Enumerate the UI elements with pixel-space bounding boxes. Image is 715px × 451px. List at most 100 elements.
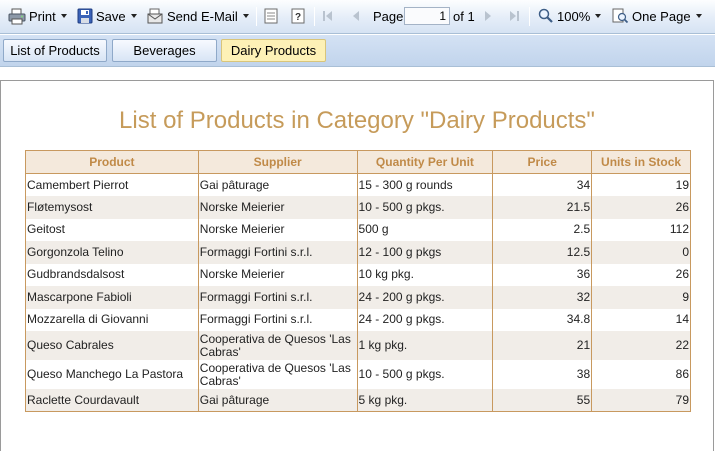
- supplier-cell: Formaggi Fortini s.r.l.: [197, 241, 358, 264]
- stock-cell: 26: [591, 263, 691, 286]
- supplier-cell: Norske Meierier: [197, 263, 358, 286]
- page-view-dropdown[interactable]: One Page: [612, 0, 702, 32]
- supplier-cell: Cooperativa de Quesos 'Las Cabras': [197, 331, 358, 360]
- product-cell: Geitost: [25, 218, 199, 241]
- quantity-cell: 24 - 200 g pkgs.: [356, 286, 494, 309]
- chevron-down-icon: [242, 14, 249, 18]
- next-page-icon: [481, 9, 495, 23]
- product-cell: Raclette Courdavault: [25, 389, 199, 412]
- page-view-icon: [612, 8, 629, 24]
- send-email-label: Send E-Mail: [167, 8, 238, 24]
- table-row: Queso Manchego La Pastora Cooperativa de…: [25, 360, 691, 389]
- column-header-price: Price: [492, 150, 593, 174]
- stock-cell: 0: [591, 241, 691, 264]
- send-email-button[interactable]: Send E-Mail: [147, 0, 249, 32]
- stock-cell: 112: [591, 218, 691, 241]
- document-map-icon: [264, 8, 278, 24]
- print-button[interactable]: Print: [8, 0, 67, 32]
- toolbar-separator: [529, 7, 530, 26]
- table-row: Raclette Courdavault Gai pâturage 5 kg p…: [25, 389, 691, 412]
- save-button[interactable]: Save: [77, 0, 137, 32]
- zoom-value: 100%: [557, 8, 591, 24]
- quantity-cell: 1 kg pkg.: [356, 331, 494, 360]
- parameters-button[interactable]: ?: [291, 0, 305, 32]
- column-header-quantity: Quantity Per Unit: [356, 150, 494, 174]
- quantity-cell: 12 - 100 g pkgs: [356, 241, 494, 264]
- previous-page-button[interactable]: [349, 0, 363, 32]
- product-cell: Gorgonzola Telino: [25, 241, 199, 264]
- quantity-cell: 10 - 500 g pkgs.: [356, 196, 494, 219]
- report-page: List of Products in Category "Dairy Prod…: [0, 80, 714, 451]
- toolbar-separator: [314, 7, 315, 26]
- stock-cell: 9: [591, 286, 691, 309]
- column-header-supplier: Supplier: [197, 150, 358, 174]
- report-title: List of Products in Category "Dairy Prod…: [119, 107, 595, 134]
- supplier-cell: Formaggi Fortini s.r.l.: [197, 308, 358, 331]
- price-cell: 12.5: [492, 241, 593, 264]
- supplier-cell: Cooperativa de Quesos 'Las Cabras': [197, 360, 358, 389]
- products-table: Product Supplier Quantity Per Unit Price…: [25, 150, 691, 412]
- product-cell: Mozzarella di Giovanni: [25, 308, 199, 331]
- price-cell: 34.8: [492, 308, 593, 331]
- product-cell: Mascarpone Fabioli: [25, 286, 199, 309]
- chevron-down-icon: [60, 14, 67, 18]
- floppy-disk-icon: [77, 8, 93, 24]
- product-cell: Queso Cabrales: [25, 331, 199, 360]
- quantity-cell: 24 - 200 g pkgs.: [356, 308, 494, 331]
- save-label: Save: [96, 8, 126, 24]
- column-header-stock: Units in Stock: [591, 150, 691, 174]
- product-cell: Queso Manchego La Pastora: [25, 360, 199, 389]
- price-cell: 55: [492, 389, 593, 412]
- supplier-cell: Gai pâturage: [197, 173, 358, 196]
- table-row: Mozzarella di Giovanni Formaggi Fortini …: [25, 308, 691, 331]
- last-page-button[interactable]: [507, 0, 521, 32]
- supplier-cell: Gai pâturage: [197, 389, 358, 412]
- quantity-cell: 5 kg pkg.: [356, 389, 494, 412]
- page-count: of 1: [453, 8, 475, 24]
- stock-cell: 79: [591, 389, 691, 412]
- product-cell: Fløtemysost: [25, 196, 199, 219]
- chevron-down-icon: [695, 14, 702, 18]
- table-header-row: Product Supplier Quantity Per Unit Price…: [25, 150, 691, 174]
- magnifier-icon: [538, 8, 554, 24]
- supplier-cell: Norske Meierier: [197, 218, 358, 241]
- previous-page-icon: [349, 9, 363, 23]
- price-cell: 32: [492, 286, 593, 309]
- stock-cell: 14: [591, 308, 691, 331]
- product-cell: Gudbrandsdalsost: [25, 263, 199, 286]
- quantity-cell: 10 kg pkg.: [356, 263, 494, 286]
- page-label: Page: [373, 8, 404, 24]
- page-view-label: One Page: [632, 8, 691, 24]
- print-label: Print: [29, 8, 56, 24]
- price-cell: 21.5: [492, 196, 593, 219]
- document-map-button[interactable]: [264, 0, 278, 32]
- zoom-dropdown[interactable]: 100%: [538, 0, 602, 32]
- report-tabs: List of Products Beverages Dairy Product…: [0, 35, 715, 67]
- next-page-button[interactable]: [481, 0, 495, 32]
- quantity-cell: 10 - 500 g pkgs.: [356, 360, 494, 389]
- table-row: Gudbrandsdalsost Norske Meierier 10 kg p…: [25, 263, 691, 286]
- product-cell: Camembert Pierrot: [25, 173, 199, 196]
- quantity-cell: 500 g: [356, 218, 494, 241]
- quantity-cell: 15 - 300 g rounds: [356, 173, 494, 196]
- supplier-cell: Norske Meierier: [197, 196, 358, 219]
- stock-cell: 26: [591, 196, 691, 219]
- chevron-down-icon: [130, 14, 137, 18]
- table-row: Fløtemysost Norske Meierier 10 - 500 g p…: [25, 196, 691, 219]
- supplier-cell: Formaggi Fortini s.r.l.: [197, 286, 358, 309]
- chevron-down-icon: [595, 14, 602, 18]
- page-number-input[interactable]: [404, 7, 450, 25]
- price-cell: 34: [492, 173, 593, 196]
- tab-dairy-products[interactable]: Dairy Products: [221, 39, 326, 62]
- table-row: Queso Cabrales Cooperativa de Quesos 'La…: [25, 331, 691, 360]
- first-page-button[interactable]: [321, 0, 335, 32]
- tab-list-of-products[interactable]: List of Products: [3, 39, 107, 62]
- price-cell: 21: [492, 331, 593, 360]
- tab-beverages[interactable]: Beverages: [112, 39, 217, 62]
- price-cell: 36: [492, 263, 593, 286]
- last-page-icon: [507, 9, 521, 23]
- toolbar-separator: [256, 7, 257, 26]
- table-row: Gorgonzola Telino Formaggi Fortini s.r.l…: [25, 241, 691, 264]
- printer-icon: [8, 8, 26, 25]
- table-row: Mascarpone Fabioli Formaggi Fortini s.r.…: [25, 286, 691, 309]
